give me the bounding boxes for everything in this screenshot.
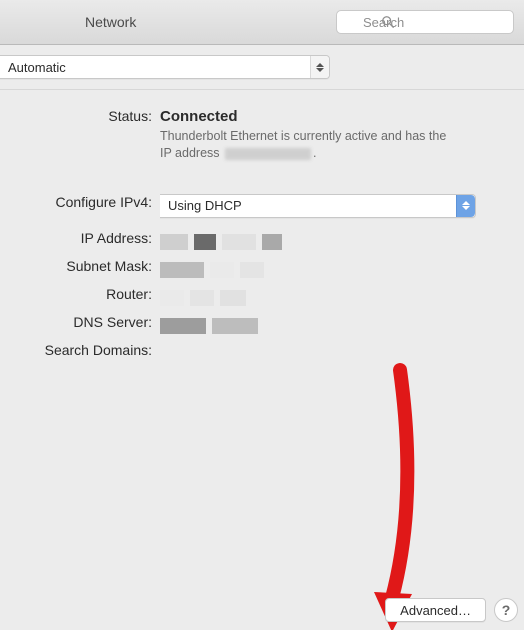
status-subtext: Thunderbolt Ethernet is currently active…: [160, 125, 460, 162]
router-label: Router:: [0, 284, 160, 302]
bottom-bar: Advanced… ?: [0, 598, 524, 622]
row-ip-address: IP Address:: [0, 228, 524, 256]
titlebar: Network: [0, 0, 524, 45]
dns-server-redacted: [160, 316, 258, 334]
router-redacted: [160, 288, 246, 306]
location-value: Automatic: [8, 60, 66, 75]
search-input[interactable]: [336, 10, 514, 34]
location-popup[interactable]: Automatic: [0, 55, 330, 79]
ip-address-redacted: [160, 232, 282, 250]
subnet-mask-redacted: [160, 260, 264, 278]
status-value: Connected: [160, 108, 476, 125]
annotation-arrow: [370, 370, 430, 630]
search-domains-label: Search Domains:: [0, 340, 160, 358]
location-row: Automatic: [0, 45, 524, 90]
row-search-domains: Search Domains:: [0, 340, 524, 368]
chevron-updown-icon: [456, 195, 475, 217]
subnet-mask-label: Subnet Mask:: [0, 256, 160, 274]
advanced-button[interactable]: Advanced…: [385, 598, 486, 622]
row-status: Status: Connected Thunderbolt Ethernet i…: [0, 104, 524, 162]
row-router: Router:: [0, 284, 524, 312]
search-field-wrap: [336, 10, 514, 34]
row-subnet-mask: Subnet Mask:: [0, 256, 524, 284]
configure-ipv4-popup[interactable]: Using DHCP: [160, 194, 476, 218]
main-panel: Status: Connected Thunderbolt Ethernet i…: [0, 90, 524, 630]
row-configure-ipv4: Configure IPv4: Using DHCP: [0, 190, 524, 228]
dns-server-label: DNS Server:: [0, 312, 160, 330]
row-dns-server: DNS Server:: [0, 312, 524, 340]
redacted-ip-inline: [225, 148, 311, 160]
search-domains-value: [160, 340, 524, 344]
status-label: Status:: [0, 104, 160, 124]
configure-ipv4-label: Configure IPv4:: [0, 190, 160, 210]
ip-address-label: IP Address:: [0, 228, 160, 246]
chevron-updown-icon: [310, 56, 329, 78]
configure-ipv4-value: Using DHCP: [168, 198, 242, 213]
help-button[interactable]: ?: [494, 598, 518, 622]
window-title: Network: [0, 14, 136, 30]
